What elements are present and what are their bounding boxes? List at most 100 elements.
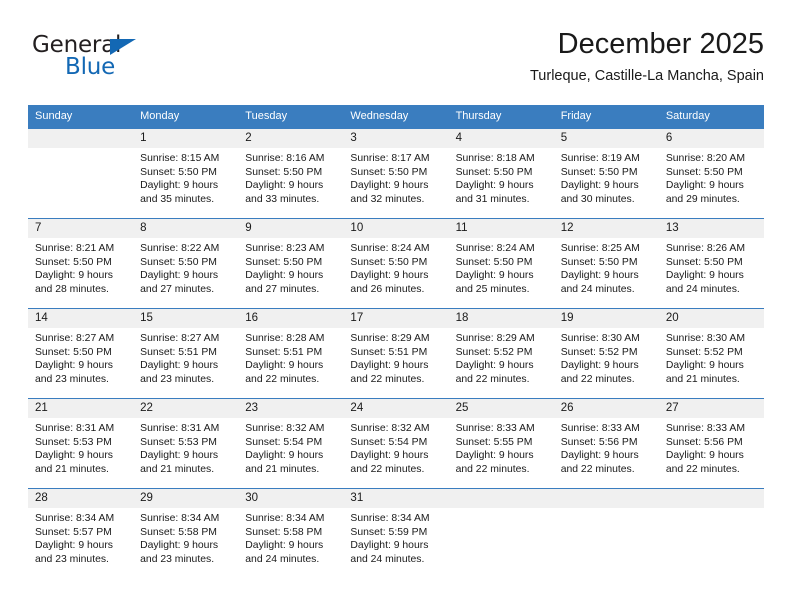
- weekday-header-tuesday: Tuesday: [238, 105, 344, 129]
- daylight-duration-line1: Daylight: 9 hours: [350, 450, 429, 462]
- sunrise-time: Sunrise: 8:23 AM: [245, 243, 325, 254]
- day-number: [28, 129, 134, 148]
- sunrise-time: Sunrise: 8:34 AM: [245, 513, 325, 524]
- calendar-day-cell[interactable]: 1 Sunrise: 8:15 AM Sunset: 5:50 PM Daylight…: [133, 128, 239, 219]
- calendar-day-cell[interactable]: 29 Sunrise: 8:34 AM Sunset: 5:58 PM Dayligh…: [133, 488, 239, 578]
- calendar-day-cell[interactable]: 26 Sunrise: 8:33 AM Sunset: 5:56 PM Dayligh…: [553, 398, 659, 489]
- calendar-day-cell[interactable]: 24 Sunrise: 8:32 AM Sunset: 5:54 PM Dayligh…: [343, 398, 449, 489]
- sunrise-time: Sunrise: 8:17 AM: [350, 153, 430, 164]
- calendar-day-cell[interactable]: 15 Sunrise: 8:27 AM Sunset: 5:51 PM Dayligh…: [133, 308, 239, 399]
- daylight-duration-line1: Daylight: 9 hours: [455, 270, 534, 282]
- sunset-time: Sunset: 5:50 PM: [140, 256, 217, 268]
- day-cell-inner: 30 Sunrise: 8:34 AM Sunset: 5:58 PM Dayligh…: [238, 489, 344, 578]
- calendar-day-cell[interactable]: 6 Sunrise: 8:20 AM Sunset: 5:50 PM Daylight…: [658, 128, 764, 219]
- day-cell-inner: 28 Sunrise: 8:34 AM Sunset: 5:57 PM Dayligh…: [28, 489, 134, 578]
- calendar-day-cell[interactable]: 19 Sunrise: 8:30 AM Sunset: 5:52 PM Dayligh…: [553, 308, 659, 399]
- calendar-day-cell[interactable]: 11 Sunrise: 8:24 AM Sunset: 5:50 PM Dayligh…: [448, 218, 554, 309]
- sunset-time: Sunset: 5:59 PM: [350, 526, 428, 538]
- day-number: 1: [133, 129, 239, 148]
- sunrise-time: Sunrise: 8:31 AM: [140, 423, 220, 434]
- daylight-duration-line2: and 27 minutes.: [245, 283, 320, 295]
- sunrise-time: Sunrise: 8:22 AM: [140, 243, 220, 254]
- daylight-duration-line1: Daylight: 9 hours: [35, 360, 113, 372]
- day-cell-inner: 19 Sunrise: 8:30 AM Sunset: 5:52 PM Dayligh…: [553, 309, 659, 398]
- day-cell-inner: 2 Sunrise: 8:16 AM Sunset: 5:50 PM Daylight…: [238, 129, 344, 218]
- calendar-day-cell[interactable]: 18 Sunrise: 8:29 AM Sunset: 5:52 PM Dayligh…: [448, 308, 554, 399]
- day-cell-inner: 12 Sunrise: 8:25 AM Sunset: 5:50 PM Dayligh…: [553, 219, 659, 308]
- calendar-day-cell[interactable]: 22 Sunrise: 8:31 AM Sunset: 5:53 PM Dayligh…: [133, 398, 239, 489]
- day-cell-inner: 11 Sunrise: 8:24 AM Sunset: 5:50 PM Dayligh…: [448, 219, 554, 308]
- day-number: 18: [448, 309, 554, 328]
- calendar-day-cell[interactable]: 20 Sunrise: 8:30 AM Sunset: 5:52 PM Dayligh…: [658, 308, 764, 399]
- sunset-time: Sunset: 5:50 PM: [350, 256, 428, 268]
- day-number: 8: [133, 219, 239, 238]
- brand-logo[interactable]: General Blue: [32, 32, 212, 88]
- calendar-day-cell[interactable]: 7 Sunrise: 8:21 AM Sunset: 5:50 PM Daylight…: [28, 218, 134, 309]
- sunrise-time: Sunrise: 8:24 AM: [350, 243, 430, 254]
- calendar-day-cell[interactable]: 30 Sunrise: 8:34 AM Sunset: 5:58 PM Dayligh…: [238, 488, 344, 578]
- calendar-day-cell[interactable]: 13 Sunrise: 8:26 AM Sunset: 5:50 PM Dayligh…: [658, 218, 764, 309]
- calendar-day-cell[interactable]: 31 Sunrise: 8:34 AM Sunset: 5:59 PM Dayligh…: [343, 488, 449, 578]
- day-number: 12: [553, 219, 659, 238]
- sunrise-time: Sunrise: 8:29 AM: [350, 333, 430, 344]
- daylight-duration-line2: and 26 minutes.: [350, 283, 425, 295]
- day-cell-inner: 4 Sunrise: 8:18 AM Sunset: 5:50 PM Daylight…: [448, 129, 554, 218]
- calendar-day-cell[interactable]: 17 Sunrise: 8:29 AM Sunset: 5:51 PM Dayligh…: [343, 308, 449, 399]
- sunset-time: Sunset: 5:58 PM: [245, 526, 323, 538]
- calendar-day-cell[interactable]: 9 Sunrise: 8:23 AM Sunset: 5:50 PM Daylight…: [238, 218, 344, 309]
- daylight-duration-line1: Daylight: 9 hours: [665, 450, 744, 462]
- day-sun-info: Sunrise: 8:23 AM Sunset: 5:50 PM Daylight:…: [238, 238, 343, 296]
- day-sun-info: Sunrise: 8:29 AM Sunset: 5:51 PM Daylight:…: [343, 328, 448, 386]
- sunrise-time: Sunrise: 8:29 AM: [455, 333, 535, 344]
- daylight-duration-line1: Daylight: 9 hours: [140, 540, 219, 552]
- brand-name-blue: Blue: [65, 54, 116, 80]
- calendar-day-cell[interactable]: 5 Sunrise: 8:19 AM Sunset: 5:50 PM Daylight…: [553, 128, 659, 219]
- page-title: December 2025: [557, 28, 764, 60]
- sunset-time: Sunset: 5:50 PM: [35, 346, 112, 358]
- day-sun-info: Sunrise: 8:34 AM Sunset: 5:57 PM Daylight:…: [28, 508, 133, 566]
- calendar-day-cell[interactable]: 27 Sunrise: 8:33 AM Sunset: 5:56 PM Dayligh…: [658, 398, 764, 489]
- sunset-time: Sunset: 5:50 PM: [245, 166, 323, 178]
- day-sun-info: Sunrise: 8:29 AM Sunset: 5:52 PM Daylight:…: [449, 328, 554, 386]
- daylight-duration-line2: and 24 minutes.: [350, 553, 425, 565]
- weekday-header-thursday: Thursday: [448, 105, 554, 129]
- calendar-day-cell[interactable]: 8 Sunrise: 8:22 AM Sunset: 5:50 PM Daylight…: [133, 218, 239, 309]
- sunset-time: Sunset: 5:50 PM: [455, 166, 533, 178]
- daylight-duration-line1: Daylight: 9 hours: [560, 270, 639, 282]
- calendar-page: General Blue December 2025 Turleque, Cas…: [0, 0, 792, 612]
- daylight-duration-line2: and 25 minutes.: [455, 283, 530, 295]
- day-sun-info: Sunrise: 8:33 AM Sunset: 5:55 PM Daylight:…: [449, 418, 554, 476]
- calendar-day-cell[interactable]: 21 Sunrise: 8:31 AM Sunset: 5:53 PM Dayligh…: [28, 398, 134, 489]
- calendar-week-row: 21 Sunrise: 8:31 AM Sunset: 5:53 PM Dayligh…: [28, 398, 764, 489]
- sunrise-time: Sunrise: 8:31 AM: [35, 423, 115, 434]
- day-cell-inner: 24 Sunrise: 8:32 AM Sunset: 5:54 PM Dayligh…: [343, 399, 449, 488]
- calendar-day-cell[interactable]: 23 Sunrise: 8:32 AM Sunset: 5:54 PM Dayligh…: [238, 398, 344, 489]
- daylight-duration-line2: and 23 minutes.: [140, 373, 215, 385]
- calendar-day-cell[interactable]: 16 Sunrise: 8:28 AM Sunset: 5:51 PM Dayligh…: [238, 308, 344, 399]
- calendar-day-cell[interactable]: 2 Sunrise: 8:16 AM Sunset: 5:50 PM Daylight…: [238, 128, 344, 219]
- sunset-time: Sunset: 5:54 PM: [350, 436, 428, 448]
- day-number: [448, 489, 554, 508]
- calendar-day-cell[interactable]: 28 Sunrise: 8:34 AM Sunset: 5:57 PM Dayligh…: [28, 488, 134, 578]
- day-number: 9: [238, 219, 344, 238]
- day-cell-inner: 14 Sunrise: 8:27 AM Sunset: 5:50 PM Dayligh…: [28, 309, 134, 398]
- calendar-day-cell[interactable]: 10 Sunrise: 8:24 AM Sunset: 5:50 PM Dayligh…: [343, 218, 449, 309]
- calendar-day-cell[interactable]: 14 Sunrise: 8:27 AM Sunset: 5:50 PM Dayligh…: [28, 308, 134, 399]
- day-number: 20: [658, 309, 764, 328]
- day-cell-inner: 16 Sunrise: 8:28 AM Sunset: 5:51 PM Dayligh…: [238, 309, 344, 398]
- sunrise-time: Sunrise: 8:33 AM: [560, 423, 640, 434]
- calendar-day-cell[interactable]: 12 Sunrise: 8:25 AM Sunset: 5:50 PM Dayligh…: [553, 218, 659, 309]
- calendar-day-cell[interactable]: 3 Sunrise: 8:17 AM Sunset: 5:50 PM Daylight…: [343, 128, 449, 219]
- day-sun-info: Sunrise: 8:21 AM Sunset: 5:50 PM Daylight:…: [28, 238, 133, 296]
- daylight-duration-line1: Daylight: 9 hours: [455, 180, 534, 192]
- sunset-time: Sunset: 5:50 PM: [35, 256, 112, 268]
- calendar-day-cell[interactable]: 25 Sunrise: 8:33 AM Sunset: 5:55 PM Dayligh…: [448, 398, 554, 489]
- day-sun-info: Sunrise: 8:26 AM Sunset: 5:50 PM Daylight:…: [659, 238, 764, 296]
- sunset-time: Sunset: 5:54 PM: [245, 436, 323, 448]
- day-sun-info: Sunrise: 8:19 AM Sunset: 5:50 PM Daylight:…: [554, 148, 659, 206]
- day-number: [553, 489, 659, 508]
- calendar-day-cell[interactable]: 4 Sunrise: 8:18 AM Sunset: 5:50 PM Daylight…: [448, 128, 554, 219]
- weekday-header-saturday: Saturday: [658, 105, 764, 129]
- page-subtitle: Turleque, Castille-La Mancha, Spain: [529, 68, 764, 84]
- day-number: 27: [658, 399, 764, 418]
